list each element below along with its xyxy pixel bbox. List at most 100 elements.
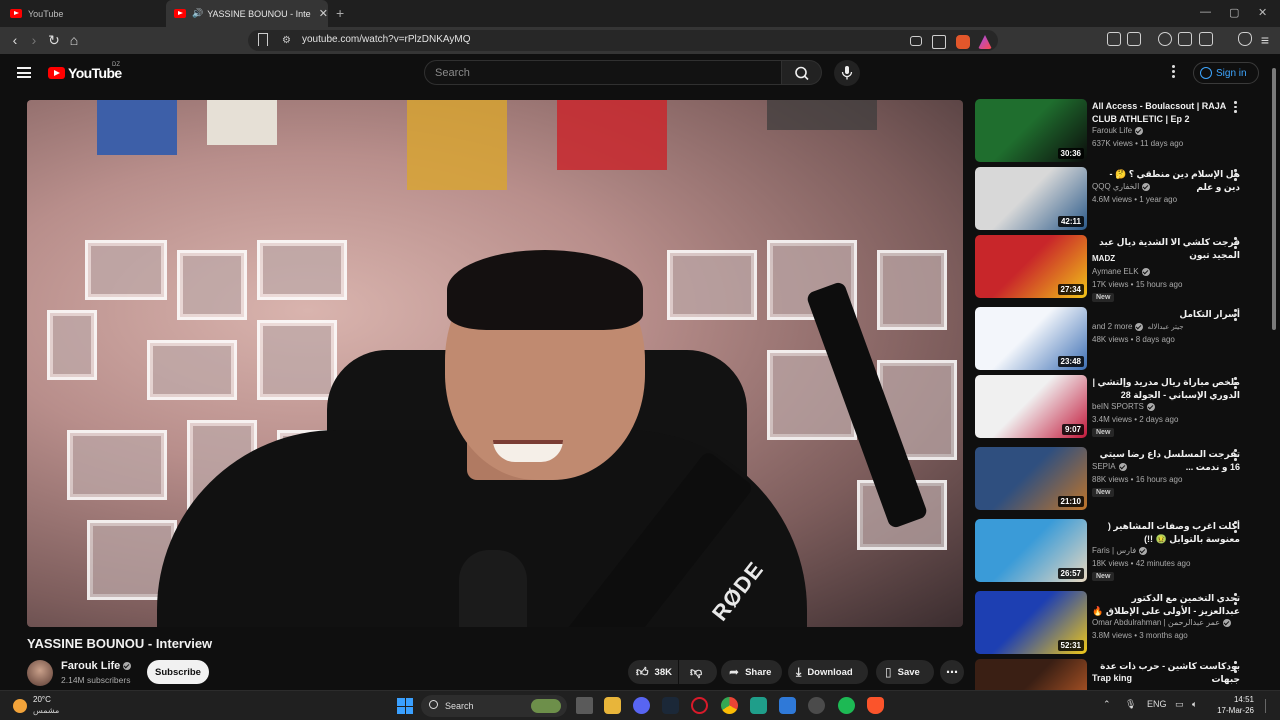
reload-button[interactable]: ↻ [45,31,63,49]
like-button[interactable]: 👍︎ 38K [628,660,678,684]
recommendation-menu-icon[interactable] [1234,593,1240,607]
address-bar[interactable]: ⚙ youtube.com/watch?v=rPlzDNKAyMQ [248,30,998,51]
steam-icon[interactable] [662,697,679,714]
recommendation-menu-icon[interactable] [1234,377,1240,391]
recommendation-menu-icon[interactable] [1234,101,1240,115]
settings-app-icon[interactable] [808,697,825,714]
opera-icon[interactable] [691,697,708,714]
search-button[interactable] [782,60,822,85]
cast-icon[interactable] [910,36,922,46]
recommendation-channel[interactable]: Farouk Life [1092,126,1144,135]
youtube-logo[interactable]: YouTube DZ [48,62,122,81]
back-button[interactable]: ‹ [6,31,24,49]
video-thumbnail[interactable]: 23:48 [975,307,1087,370]
forward-button[interactable]: › [25,31,43,49]
taskbar-search[interactable]: Search [421,695,567,717]
recommendation-channel[interactable]: Faris | فارس [1092,546,1148,555]
scrollbar-thumb[interactable] [1272,68,1276,330]
tray-overflow-icon[interactable]: ⌃ [1103,699,1111,710]
recommendation-channel[interactable]: QQQ الخفاري [1092,182,1151,191]
weather-temperature[interactable]: 20°C [33,695,51,704]
media-icon[interactable] [1158,32,1172,46]
video-thumbnail[interactable]: 21:10 [975,447,1087,510]
recommendation-item[interactable]: 23:48 أسرار التكامل and 2 more جيتر عبدالال… [975,307,1265,373]
recommendation-title[interactable]: All Access - Boulacsout | RAJA CLUB ATHL… [1092,100,1240,126]
recommendation-title[interactable]: ملخص مباراة ريال مدريد وإلتشي | الدوري ا… [1092,376,1240,402]
brave-rewards-icon[interactable] [978,35,992,49]
recommendation-channel[interactable]: Omar Abdulrahman | عمر عبدالرحمن [1092,618,1232,627]
url-text[interactable]: youtube.com/watch?v=rPlzDNKAyMQ [302,34,471,45]
voice-search-button[interactable] [834,60,860,86]
weather-condition[interactable]: مشمس [33,706,59,715]
recommendation-menu-icon[interactable] [1234,449,1240,463]
brave-icon[interactable] [867,697,884,714]
search-input[interactable] [425,61,781,84]
recommendation-item[interactable]: 30:36 All Access - Boulacsout | RAJA CLUB… [975,99,1265,165]
recommendation-channel[interactable]: Aymane ELK [1092,267,1150,276]
recommendation-item[interactable]: 9:07 ملخص مباراة ريال مدريد وإلتشي | الدو… [975,375,1265,441]
channel-avatar[interactable] [27,660,53,686]
spotify-icon[interactable] [838,697,855,714]
recommendation-channel[interactable]: Trap king [1092,673,1132,683]
discord-icon[interactable] [633,697,650,714]
download-button[interactable]: ⤓ Download [788,660,868,684]
video-thumbnail[interactable]: 26:57 [975,519,1087,582]
new-tab-button[interactable]: + [336,5,344,21]
video-thumbnail[interactable]: 42:11 [975,167,1087,230]
recommendation-channel[interactable]: and 2 more جيتر عبدالاله [1092,322,1184,331]
sign-in-button[interactable]: Sign in [1193,62,1259,84]
maximize-button[interactable]: ▢ [1229,6,1239,19]
vpn-shield-icon[interactable] [1238,32,1252,46]
recommendation-menu-icon[interactable] [1234,237,1240,251]
share-button[interactable]: ➦ Share [721,660,782,684]
tab-youtube[interactable]: YouTube [0,0,166,27]
start-button[interactable] [397,698,413,714]
video-thumbnail[interactable]: 52:31 [975,591,1087,654]
video-player[interactable]: RØDE RØDE [27,100,963,627]
show-desktop-button[interactable] [1265,699,1273,713]
video-thumbnail[interactable]: 9:07 [975,375,1087,438]
recommendation-item[interactable]: 52:31 تحدي التخمين مع الدكتور عبدالعزيز -… [975,591,1265,657]
network-icon[interactable]: ▭ [1175,699,1184,710]
mic-tray-icon[interactable]: 🎙︎ [1125,699,1136,710]
recommendation-title[interactable]: أكلت اغرب وصفات المشاهير ( معنوسة بالتوا… [1092,520,1240,546]
recommendation-item[interactable]: 42:11 هل الإسلام دين منطقي ؟ 🤔 - دين و عل… [975,167,1265,233]
recommendation-menu-icon[interactable] [1234,661,1240,675]
recommendation-menu-icon[interactable] [1234,309,1240,323]
dislike-button[interactable]: 👎︎ [679,660,717,684]
more-actions-button[interactable]: ⋯ [940,660,964,684]
share-icon[interactable] [932,35,946,49]
reader-icon[interactable] [1127,32,1141,46]
recommendation-menu-icon[interactable] [1234,169,1240,183]
page-scrollbar[interactable] [1271,60,1277,690]
recommendation-channel[interactable]: beIN SPORTS [1092,402,1155,411]
recommendation-channel[interactable]: SEPIA [1092,462,1127,471]
video-thumbnail[interactable]: 30:36 [975,99,1087,162]
sidebar-icon[interactable] [1178,32,1192,46]
tab-video[interactable]: 🔊 YASSINE BOUNOU - Interview ✕ [166,0,328,27]
close-tab-icon[interactable]: ✕ [319,7,328,20]
guide-menu-icon[interactable] [17,67,31,78]
taskbar-clock[interactable]: 14:51 17-Mar-26 [1214,694,1254,716]
close-window-button[interactable]: ✕ [1258,6,1267,19]
recommendation-item[interactable]: 26:57 أكلت اغرب وصفات المشاهير ( معنوسة ب… [975,519,1265,585]
task-view-icon[interactable] [576,697,593,714]
recommendation-title[interactable]: أسرار التكامل [1092,308,1240,321]
minimize-button[interactable]: — [1200,6,1211,18]
speaker-icon[interactable]: 🔊 [192,8,203,19]
home-button[interactable]: ⌂ [65,31,83,49]
language-indicator[interactable]: ENG [1147,699,1167,709]
recommendation-menu-icon[interactable] [1234,521,1240,535]
app-icon[interactable] [750,697,767,714]
menu-icon[interactable]: ≡ [1256,31,1274,49]
video-thumbnail[interactable]: 27:34 [975,235,1087,298]
recommendation-item[interactable]: 21:10 تفرجت المسلسل داع رضا سيتي 16 و ندم… [975,447,1265,513]
save-button[interactable]: ▯ Save [876,660,934,684]
chrome-icon[interactable] [721,697,738,714]
bookmark-icon[interactable] [258,33,268,46]
extensions-icon[interactable] [1107,32,1121,46]
subscribe-button[interactable]: Subscribe [147,660,209,684]
recommendation-item[interactable]: 27:34 فرجت كلشي الا الشدية ديال عبد المجي… [975,235,1265,302]
brave-shield-icon[interactable] [956,35,970,49]
volume-icon[interactable]: 🔈︎ [1192,699,1197,710]
